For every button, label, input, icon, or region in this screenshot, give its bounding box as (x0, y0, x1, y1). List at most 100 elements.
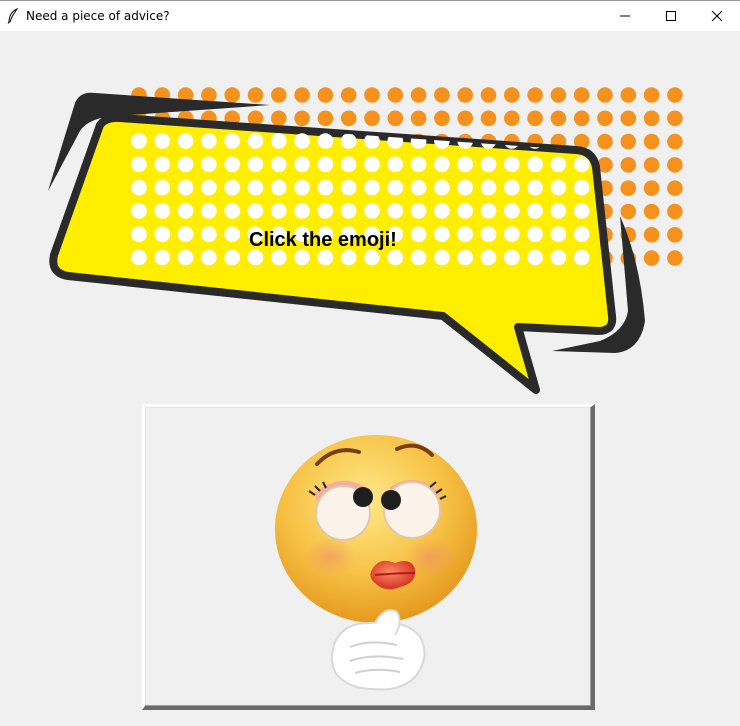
halftone-dot (643, 157, 660, 173)
halftone-dot (340, 133, 357, 149)
halftone-dot (504, 249, 520, 266)
halftone-dot (527, 249, 543, 266)
halftone-dot (271, 110, 287, 127)
halftone-dot (271, 203, 287, 219)
halftone-dot (317, 156, 334, 173)
speech-bubble-graphic (48, 87, 683, 394)
halftone-dot (317, 203, 334, 219)
halftone-dot (364, 87, 380, 103)
halftone-dot (527, 110, 543, 127)
halftone-dot (340, 203, 357, 219)
halftone-dot (340, 179, 357, 196)
halftone-dot (364, 179, 380, 196)
halftone-dot (317, 179, 334, 196)
halftone-dot (154, 249, 171, 266)
close-button[interactable] (694, 1, 740, 31)
halftone-dot (667, 157, 683, 173)
halftone-dot (201, 156, 217, 173)
halftone-dot (597, 133, 613, 150)
halftone-dot (667, 87, 683, 103)
halftone-dot (317, 249, 334, 266)
halftone-dot (294, 156, 310, 173)
minimize-icon (620, 15, 630, 17)
halftone-dot (247, 156, 264, 173)
halftone-dot (154, 156, 171, 173)
halftone-dot (573, 226, 590, 242)
title-bar[interactable]: Need a piece of advice? (0, 0, 740, 31)
halftone-dot (177, 226, 194, 242)
halftone-dot (643, 227, 660, 243)
halftone-dot (247, 87, 264, 103)
halftone-dot (154, 179, 171, 196)
halftone-dot (457, 110, 474, 127)
halftone-dot (340, 249, 357, 266)
halftone-dot (550, 249, 567, 266)
halftone-dot (573, 156, 590, 173)
halftone-dot (177, 133, 194, 149)
halftone-dot (480, 156, 497, 173)
halftone-dot (224, 156, 240, 173)
halftone-dot (201, 226, 217, 242)
halftone-dot (620, 133, 637, 150)
halftone-dot (364, 110, 380, 127)
halftone-dot (643, 110, 660, 127)
halftone-dot (131, 249, 147, 266)
halftone-dot (340, 156, 357, 173)
halftone-dot (457, 179, 474, 196)
emoji-cheek-left (304, 537, 356, 577)
halftone-dot (294, 179, 310, 196)
halftone-dot (317, 87, 334, 103)
halftone-dot (387, 110, 404, 127)
halftone-dot (620, 180, 637, 196)
halftone-dot (434, 156, 450, 173)
halftone-dot (480, 203, 497, 219)
halftone-dot (201, 203, 217, 219)
bubble-text: Click the emoji! (249, 229, 397, 251)
halftone-dot (643, 180, 660, 196)
halftone-dot (131, 226, 147, 242)
maximize-button[interactable] (648, 1, 694, 31)
emoji-button[interactable] (142, 404, 595, 710)
halftone-dot (294, 249, 310, 266)
halftone-dot (364, 203, 380, 219)
halftone-dot (667, 133, 683, 150)
halftone-dot (131, 179, 147, 196)
halftone-dot (504, 179, 520, 196)
halftone-dot (387, 203, 404, 219)
halftone-dot (480, 110, 497, 127)
halftone-dot (550, 156, 567, 173)
halftone-dot (457, 156, 474, 173)
halftone-dot (247, 203, 264, 219)
halftone-dot (550, 226, 567, 242)
halftone-dot (527, 156, 543, 173)
halftone-dot (504, 87, 520, 103)
halftone-dot (154, 133, 171, 149)
halftone-dot (387, 179, 404, 196)
halftone-dot (527, 87, 543, 103)
halftone-dot (364, 156, 380, 173)
halftone-dot (294, 87, 310, 103)
halftone-dot (667, 250, 683, 266)
halftone-dot (434, 249, 450, 266)
halftone-dot (620, 110, 637, 127)
halftone-dot (131, 203, 147, 219)
thinking-girl-emoji-icon (275, 435, 477, 691)
halftone-dot (573, 179, 590, 196)
halftone-dot (271, 133, 287, 149)
halftone-dot (550, 179, 567, 196)
halftone-dot (597, 87, 613, 103)
halftone-dot (294, 203, 310, 219)
halftone-dot (573, 249, 590, 266)
halftone-dot (550, 110, 567, 127)
halftone-dot (201, 133, 217, 149)
halftone-dot (224, 249, 240, 266)
halftone-dot (573, 110, 590, 127)
halftone-dot (177, 156, 194, 173)
halftone-dot (247, 133, 264, 149)
halftone-dot (387, 249, 404, 266)
halftone-dot (643, 203, 660, 220)
halftone-dot (480, 179, 497, 196)
minimize-button[interactable] (602, 1, 648, 31)
halftone-dot (643, 250, 660, 266)
window-title: Need a piece of advice? (26, 9, 170, 23)
